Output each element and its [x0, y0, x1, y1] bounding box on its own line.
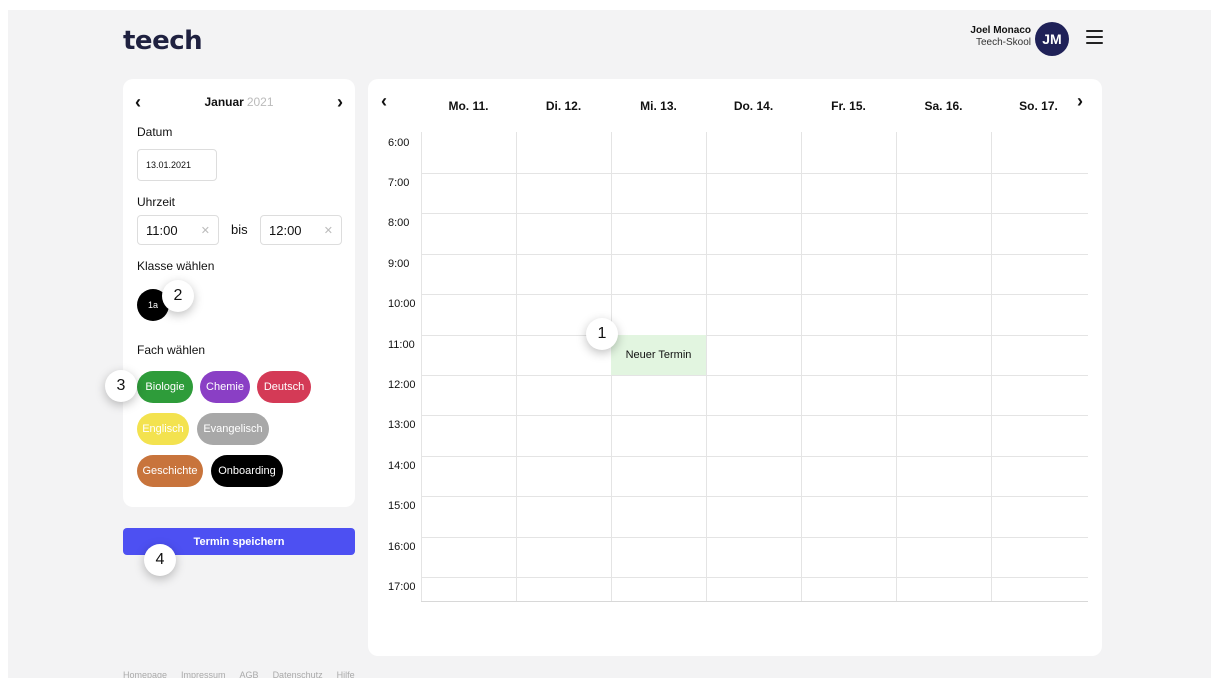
time-to-field[interactable]: ✕: [260, 215, 342, 245]
footer-links: Homepage Impressum AGB Datenschutz Hilfe: [123, 670, 355, 678]
subject-chip-deutsch[interactable]: Deutsch: [257, 371, 311, 403]
fach-label: Fach wählen: [137, 343, 206, 357]
time-label: 11:00: [388, 339, 415, 351]
bis-label: bis: [231, 222, 248, 237]
footer-link-agb[interactable]: AGB: [240, 670, 259, 678]
clear-time-from-icon[interactable]: ✕: [201, 224, 210, 237]
date-field[interactable]: [137, 149, 217, 181]
month-year: 2021: [246, 95, 274, 109]
time-label: 14:00: [388, 460, 416, 472]
grid-row-line: [421, 415, 1088, 416]
subject-chip-onboarding[interactable]: Onboarding: [211, 455, 283, 487]
datum-label: Datum: [137, 125, 173, 139]
day-header-mon: Mo. 11.: [448, 99, 489, 113]
day-header-sat: Sa. 16.: [924, 99, 963, 113]
footer-link-datenschutz[interactable]: Datenschutz: [273, 670, 323, 678]
user-info[interactable]: Joel Monaco Teech-Skool: [970, 25, 1031, 49]
subject-chip-geschichte[interactable]: Geschichte: [137, 455, 203, 487]
grid-column-line: [991, 132, 992, 602]
grid-row-line: [421, 375, 1088, 376]
month-navigation: ‹ Januar 2021 ›: [135, 92, 343, 112]
grid-row-line: [421, 537, 1088, 538]
grid-row-line: [421, 456, 1088, 457]
time-from-input[interactable]: [146, 222, 197, 238]
day-header-wed: Mi. 13.: [640, 99, 677, 113]
avatar[interactable]: JM: [1035, 22, 1069, 56]
user-org: Teech-Skool: [975, 37, 1031, 48]
footer-link-hilfe[interactable]: Hilfe: [337, 670, 355, 678]
time-label: 10:00: [388, 298, 416, 310]
grid-row-line: [421, 496, 1088, 497]
grid-column-line: [421, 132, 422, 602]
hamburger-menu-icon[interactable]: [1086, 30, 1103, 44]
subject-chip-chemie[interactable]: Chemie: [200, 371, 250, 403]
callout-marker-2: 2: [162, 280, 194, 312]
prev-week-chevron-icon[interactable]: ‹: [381, 91, 387, 112]
grid-column-line: [801, 132, 802, 602]
time-label: 13:00: [388, 419, 416, 431]
time-label: 16:00: [388, 541, 416, 553]
day-header-fri: Fr. 15.: [831, 99, 866, 113]
teech-logo[interactable]: teech: [123, 26, 203, 56]
appointment-form-panel: ‹ Januar2021 › Datum Uhrzeit ✕ bis ✕ Kla…: [123, 79, 355, 507]
uhrzeit-label: Uhrzeit: [137, 195, 176, 209]
grid-row-line: [421, 213, 1088, 214]
time-label: 8:00: [388, 217, 410, 229]
time-label: 6:00: [388, 137, 410, 149]
grid-row-line: [421, 335, 1088, 336]
day-header-sun: So. 17.: [1019, 99, 1058, 113]
klasse-label: Klasse wählen: [137, 259, 215, 273]
grid-column-line: [896, 132, 897, 602]
time-label: 17:00: [388, 581, 416, 593]
time-label: 7:00: [388, 177, 410, 189]
subject-chip-englisch[interactable]: Englisch: [137, 413, 189, 445]
time-label: 15:00: [388, 500, 416, 512]
time-label: 12:00: [388, 379, 416, 391]
grid-column-line: [516, 132, 517, 602]
grid-column-line: [706, 132, 707, 602]
clear-time-to-icon[interactable]: ✕: [324, 224, 333, 237]
grid-row-line: [421, 294, 1088, 295]
callout-marker-1: 1: [586, 318, 618, 350]
callout-marker-4: 4: [144, 544, 176, 576]
day-header-thu: Do. 14.: [733, 99, 774, 113]
grid-row-line: [421, 601, 1088, 602]
grid-row-line: [421, 254, 1088, 255]
month-name: Januar: [204, 95, 244, 109]
week-calendar: ‹ › Mo. 11. Di. 12. Mi. 13. Do. 14. Fr. …: [368, 79, 1102, 656]
subject-chip-evangelisch[interactable]: Evangelisch: [197, 413, 269, 445]
footer-link-homepage[interactable]: Homepage: [123, 670, 167, 678]
day-header-tue: Di. 12.: [545, 99, 582, 113]
next-month-chevron-icon[interactable]: ›: [337, 93, 343, 111]
subject-chip-biologie[interactable]: Biologie: [137, 371, 193, 403]
footer-link-impressum[interactable]: Impressum: [181, 670, 226, 678]
grid-row-line: [421, 173, 1088, 174]
date-input[interactable]: [146, 160, 208, 170]
user-name: Joel Monaco: [970, 25, 1031, 36]
new-appointment-event[interactable]: Neuer Termin: [611, 335, 706, 375]
prev-month-chevron-icon[interactable]: ‹: [135, 93, 141, 111]
callout-marker-3: 3: [105, 370, 137, 402]
time-from-field[interactable]: ✕: [137, 215, 219, 245]
month-label: Januar 2021: [204, 95, 273, 109]
time-to-input[interactable]: [269, 222, 320, 238]
time-label: 9:00: [388, 258, 410, 270]
grid-row-line: [421, 577, 1088, 578]
